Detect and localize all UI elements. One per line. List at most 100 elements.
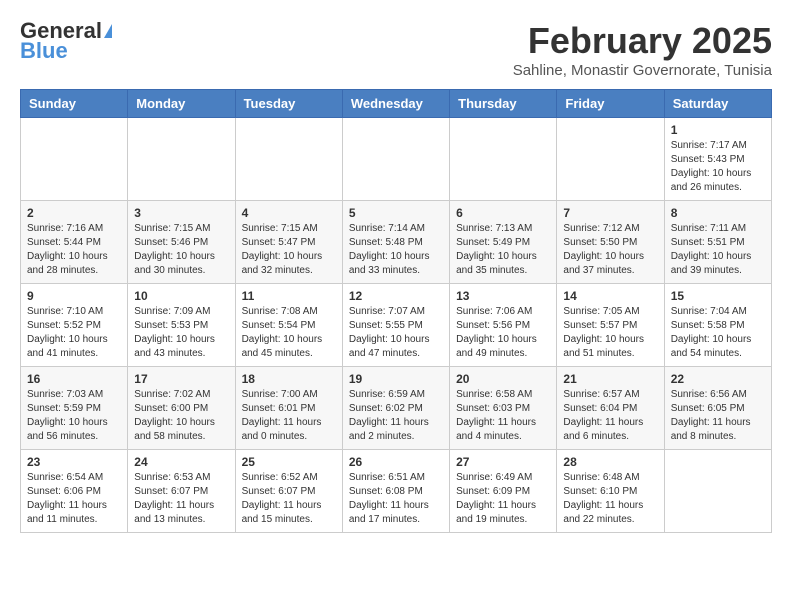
day-info: Sunrise: 7:14 AM Sunset: 5:48 PM Dayligh… (349, 222, 443, 278)
day-number: 3 (134, 206, 228, 220)
day-info: Sunrise: 6:59 AM Sunset: 6:02 PM Dayligh… (349, 388, 443, 444)
calendar-week-row: 16 Sunrise: 7:03 AM Sunset: 5:59 PM Dayli… (21, 367, 772, 450)
day-number: 25 (242, 455, 336, 469)
weekday-header-tuesday: Tuesday (235, 90, 342, 118)
day-number: 28 (563, 455, 657, 469)
day-info: Sunrise: 7:04 AM Sunset: 5:58 PM Dayligh… (671, 305, 765, 361)
day-number: 21 (563, 372, 657, 386)
day-number: 20 (456, 372, 550, 386)
calendar-cell: 12 Sunrise: 7:07 AM Sunset: 5:55 PM Dayli… (342, 284, 449, 367)
calendar-cell: 4 Sunrise: 7:15 AM Sunset: 5:47 PM Daylig… (235, 201, 342, 284)
day-number: 5 (349, 206, 443, 220)
day-number: 9 (27, 289, 121, 303)
calendar-cell: 13 Sunrise: 7:06 AM Sunset: 5:56 PM Dayli… (450, 284, 557, 367)
logo: General Blue (20, 20, 112, 62)
day-info: Sunrise: 7:10 AM Sunset: 5:52 PM Dayligh… (27, 305, 121, 361)
day-info: Sunrise: 7:09 AM Sunset: 5:53 PM Dayligh… (134, 305, 228, 361)
day-info: Sunrise: 6:57 AM Sunset: 6:04 PM Dayligh… (563, 388, 657, 444)
weekday-header-sunday: Sunday (21, 90, 128, 118)
day-number: 7 (563, 206, 657, 220)
calendar-cell: 11 Sunrise: 7:08 AM Sunset: 5:54 PM Dayli… (235, 284, 342, 367)
calendar-cell: 15 Sunrise: 7:04 AM Sunset: 5:58 PM Dayli… (664, 284, 771, 367)
day-info: Sunrise: 7:17 AM Sunset: 5:43 PM Dayligh… (671, 139, 765, 195)
calendar-table: SundayMondayTuesdayWednesdayThursdayFrid… (20, 89, 772, 533)
calendar-cell: 14 Sunrise: 7:05 AM Sunset: 5:57 PM Dayli… (557, 284, 664, 367)
day-info: Sunrise: 7:16 AM Sunset: 5:44 PM Dayligh… (27, 222, 121, 278)
calendar-week-row: 2 Sunrise: 7:16 AM Sunset: 5:44 PM Daylig… (21, 201, 772, 284)
day-info: Sunrise: 7:00 AM Sunset: 6:01 PM Dayligh… (242, 388, 336, 444)
day-number: 17 (134, 372, 228, 386)
day-info: Sunrise: 6:48 AM Sunset: 6:10 PM Dayligh… (563, 471, 657, 527)
calendar-cell: 22Sunrise: 6:56 AM Sunset: 6:05 PM Dayli… (664, 367, 771, 450)
day-number: 14 (563, 289, 657, 303)
title-block: February 2025 Sahline, Monastir Governor… (513, 20, 772, 79)
day-info: Sunrise: 7:07 AM Sunset: 5:55 PM Dayligh… (349, 305, 443, 361)
calendar-cell (664, 450, 771, 533)
day-info: Sunrise: 7:05 AM Sunset: 5:57 PM Dayligh… (563, 305, 657, 361)
page-header: General Blue February 2025 Sahline, Mona… (20, 20, 772, 79)
calendar-cell: 16 Sunrise: 7:03 AM Sunset: 5:59 PM Dayli… (21, 367, 128, 450)
calendar-cell: 6 Sunrise: 7:13 AM Sunset: 5:49 PM Daylig… (450, 201, 557, 284)
day-info: Sunrise: 7:13 AM Sunset: 5:49 PM Dayligh… (456, 222, 550, 278)
calendar-cell: 28 Sunrise: 6:48 AM Sunset: 6:10 PM Dayli… (557, 450, 664, 533)
day-number: 11 (242, 289, 336, 303)
logo-triangle-icon (104, 24, 112, 38)
day-info: Sunrise: 7:06 AM Sunset: 5:56 PM Dayligh… (456, 305, 550, 361)
location: Sahline, Monastir Governorate, Tunisia (513, 62, 772, 79)
day-number: 13 (456, 289, 550, 303)
weekday-header-thursday: Thursday (450, 90, 557, 118)
day-number: 27 (456, 455, 550, 469)
calendar-cell: 19Sunrise: 6:59 AM Sunset: 6:02 PM Dayli… (342, 367, 449, 450)
day-info: Sunrise: 6:54 AM Sunset: 6:06 PM Dayligh… (27, 471, 121, 527)
calendar-cell (450, 118, 557, 201)
day-info: Sunrise: 7:15 AM Sunset: 5:46 PM Dayligh… (134, 222, 228, 278)
calendar-cell: 5 Sunrise: 7:14 AM Sunset: 5:48 PM Daylig… (342, 201, 449, 284)
calendar-cell: 25 Sunrise: 6:52 AM Sunset: 6:07 PM Dayli… (235, 450, 342, 533)
day-info: Sunrise: 6:52 AM Sunset: 6:07 PM Dayligh… (242, 471, 336, 527)
day-info: Sunrise: 7:08 AM Sunset: 5:54 PM Dayligh… (242, 305, 336, 361)
day-number: 22 (671, 372, 765, 386)
day-info: Sunrise: 6:49 AM Sunset: 6:09 PM Dayligh… (456, 471, 550, 527)
weekday-header-friday: Friday (557, 90, 664, 118)
day-info: Sunrise: 7:02 AM Sunset: 6:00 PM Dayligh… (134, 388, 228, 444)
logo-blue: Blue (20, 40, 68, 62)
weekday-header-row: SundayMondayTuesdayWednesdayThursdayFrid… (21, 90, 772, 118)
weekday-header-monday: Monday (128, 90, 235, 118)
calendar-cell: 1 Sunrise: 7:17 AM Sunset: 5:43 PM Daylig… (664, 118, 771, 201)
day-number: 16 (27, 372, 121, 386)
day-number: 1 (671, 123, 765, 137)
calendar-cell: 7 Sunrise: 7:12 AM Sunset: 5:50 PM Daylig… (557, 201, 664, 284)
day-info: Sunrise: 6:53 AM Sunset: 6:07 PM Dayligh… (134, 471, 228, 527)
calendar-cell: 10 Sunrise: 7:09 AM Sunset: 5:53 PM Dayli… (128, 284, 235, 367)
day-number: 6 (456, 206, 550, 220)
weekday-header-wednesday: Wednesday (342, 90, 449, 118)
calendar-week-row: 23 Sunrise: 6:54 AM Sunset: 6:06 PM Dayli… (21, 450, 772, 533)
day-number: 10 (134, 289, 228, 303)
month-year: February 2025 (513, 20, 772, 62)
day-info: Sunrise: 6:51 AM Sunset: 6:08 PM Dayligh… (349, 471, 443, 527)
calendar-cell: 9 Sunrise: 7:10 AM Sunset: 5:52 PM Daylig… (21, 284, 128, 367)
day-number: 26 (349, 455, 443, 469)
day-number: 2 (27, 206, 121, 220)
day-info: Sunrise: 7:03 AM Sunset: 5:59 PM Dayligh… (27, 388, 121, 444)
day-number: 23 (27, 455, 121, 469)
day-info: Sunrise: 6:58 AM Sunset: 6:03 PM Dayligh… (456, 388, 550, 444)
weekday-header-saturday: Saturday (664, 90, 771, 118)
day-info: Sunrise: 7:12 AM Sunset: 5:50 PM Dayligh… (563, 222, 657, 278)
calendar-cell: 8Sunrise: 7:11 AM Sunset: 5:51 PM Daylig… (664, 201, 771, 284)
day-number: 18 (242, 372, 336, 386)
day-number: 12 (349, 289, 443, 303)
calendar-cell (235, 118, 342, 201)
calendar-cell (128, 118, 235, 201)
calendar-cell: 17 Sunrise: 7:02 AM Sunset: 6:00 PM Dayli… (128, 367, 235, 450)
day-info: Sunrise: 7:11 AM Sunset: 5:51 PM Dayligh… (671, 222, 765, 278)
calendar-cell (342, 118, 449, 201)
calendar-cell: 18 Sunrise: 7:00 AM Sunset: 6:01 PM Dayli… (235, 367, 342, 450)
calendar-cell: 2 Sunrise: 7:16 AM Sunset: 5:44 PM Daylig… (21, 201, 128, 284)
calendar-cell: 27 Sunrise: 6:49 AM Sunset: 6:09 PM Dayli… (450, 450, 557, 533)
calendar-week-row: 9 Sunrise: 7:10 AM Sunset: 5:52 PM Daylig… (21, 284, 772, 367)
day-info: Sunrise: 7:15 AM Sunset: 5:47 PM Dayligh… (242, 222, 336, 278)
day-number: 15 (671, 289, 765, 303)
day-number: 4 (242, 206, 336, 220)
calendar-cell: 3 Sunrise: 7:15 AM Sunset: 5:46 PM Daylig… (128, 201, 235, 284)
